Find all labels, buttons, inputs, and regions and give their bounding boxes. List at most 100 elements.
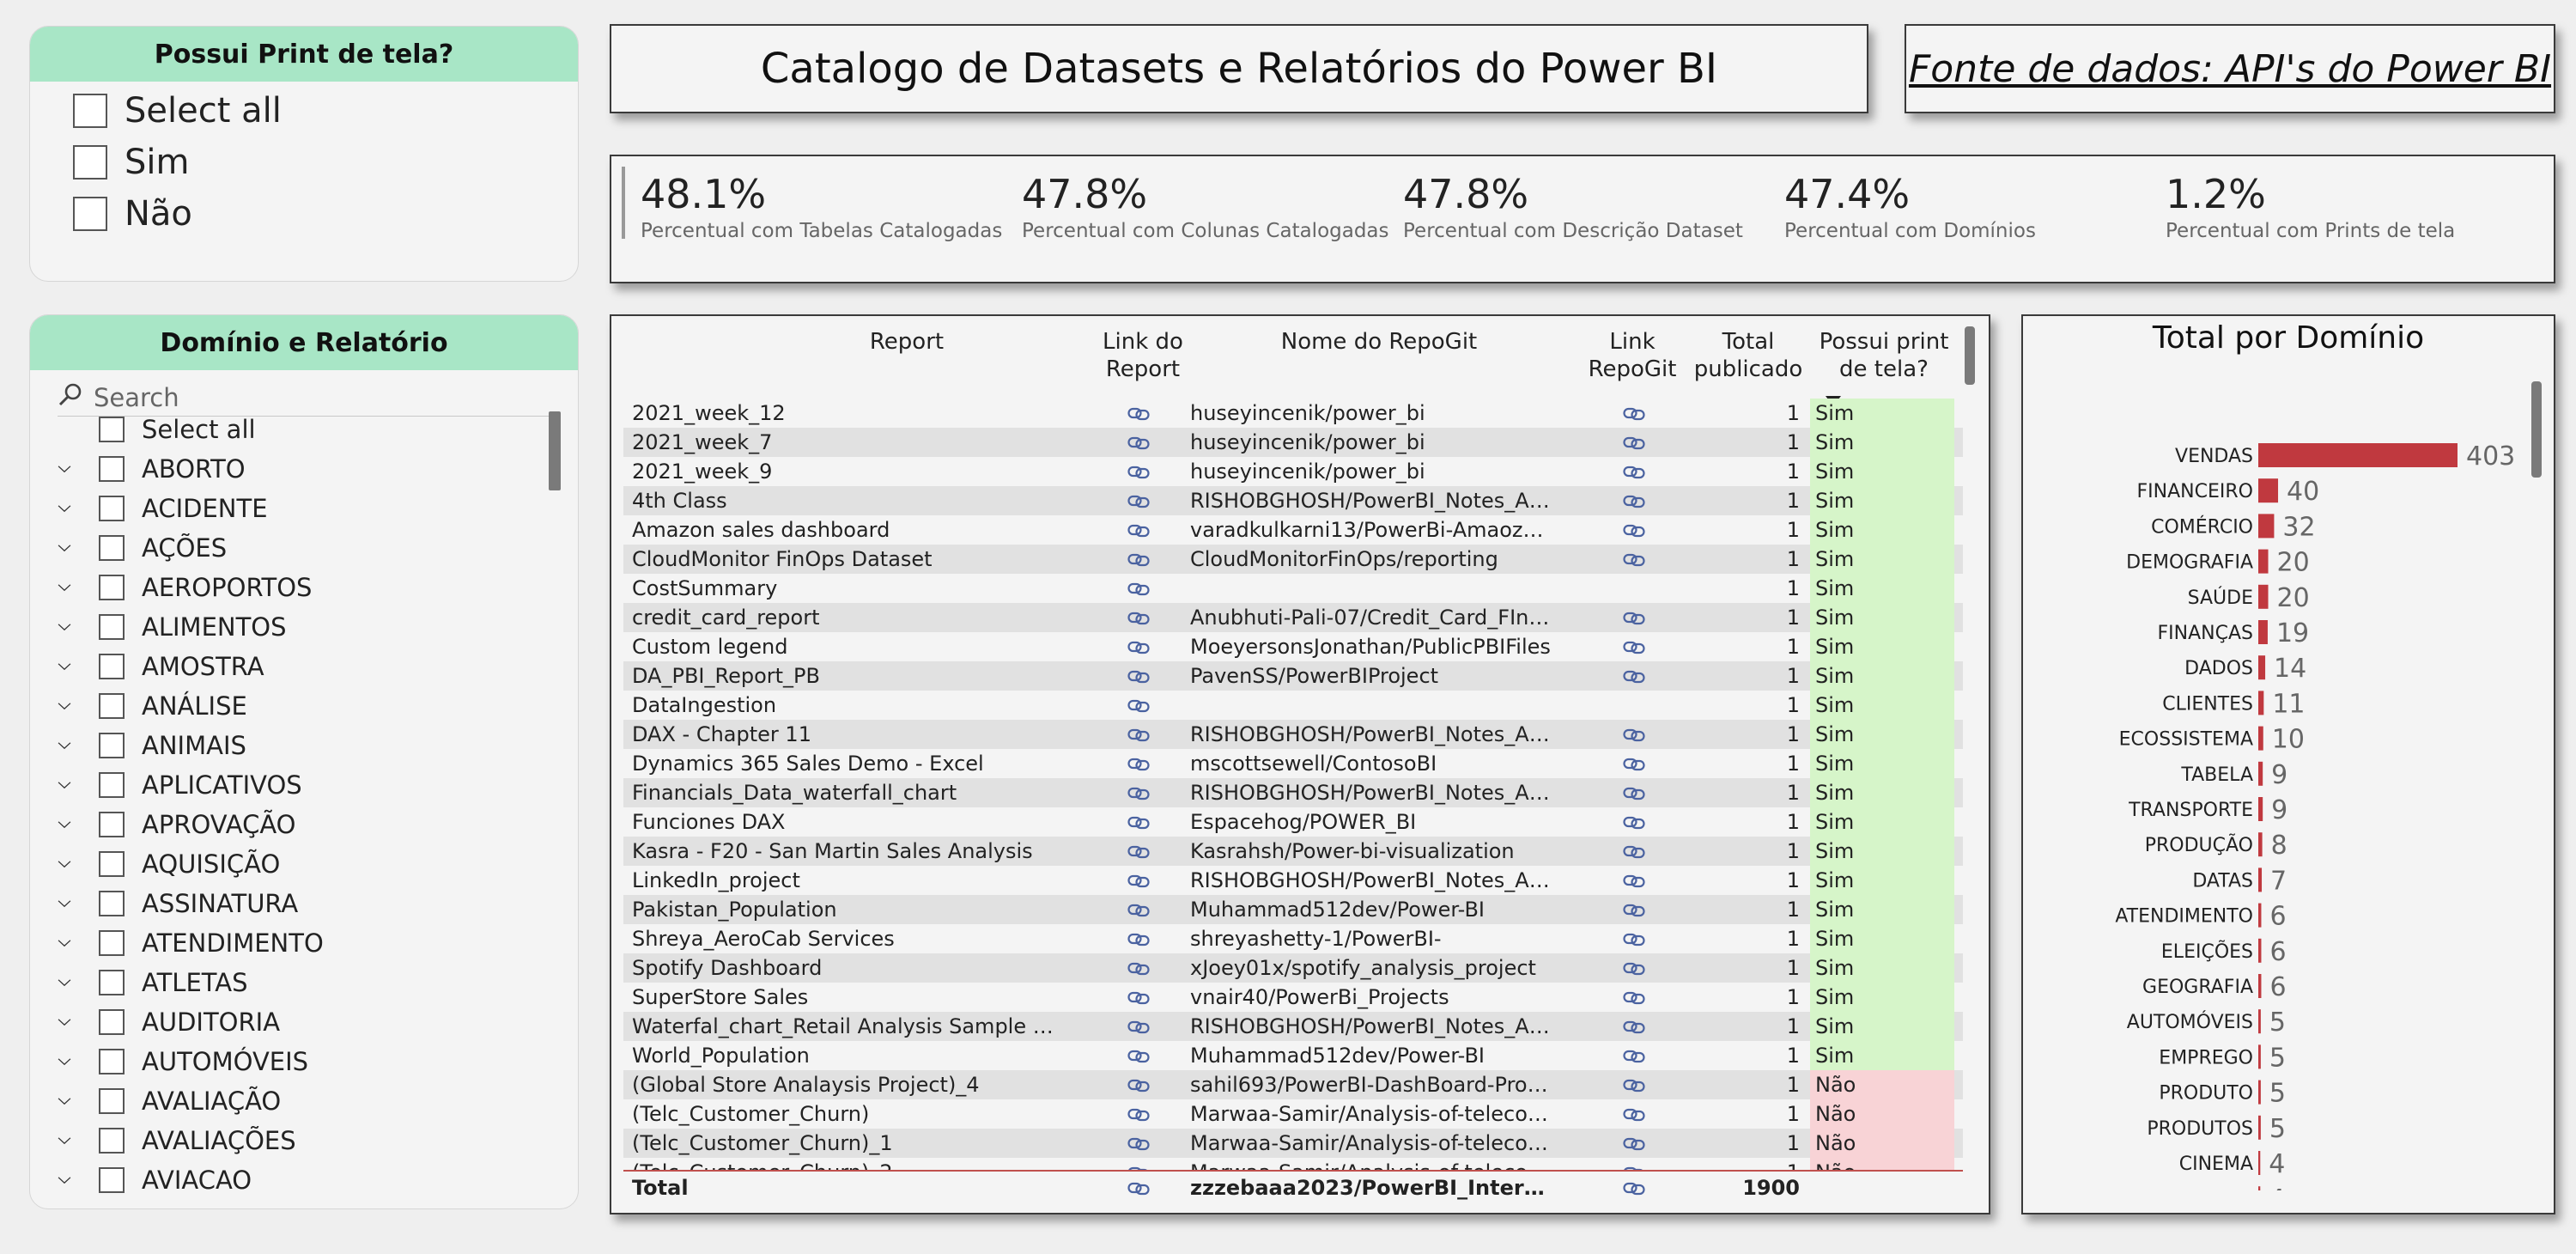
dominio-select-all[interactable]: Select all xyxy=(30,410,578,449)
chart-bar[interactable] xyxy=(2258,1186,2261,1190)
link-repo-icon[interactable] xyxy=(1617,457,1651,486)
link-repo-icon[interactable] xyxy=(1617,1041,1651,1070)
link-repo-icon[interactable] xyxy=(1617,1129,1651,1158)
print-option-checkbox[interactable] xyxy=(73,197,107,231)
link-report-icon[interactable] xyxy=(1121,661,1156,691)
chart-bar[interactable] xyxy=(2258,1044,2261,1069)
chart-bar[interactable] xyxy=(2258,797,2263,821)
dominio-item[interactable]: ALIMENTOS xyxy=(30,607,578,647)
col-print[interactable]: Possui print de tela? xyxy=(1808,328,1959,383)
link-repo-icon[interactable] xyxy=(1617,837,1651,866)
total-link-repo-icon[interactable] xyxy=(1617,1172,1651,1204)
chevron-down-icon[interactable] xyxy=(30,580,71,595)
chevron-down-icon[interactable] xyxy=(30,540,71,556)
link-repo-icon[interactable] xyxy=(1617,1012,1651,1041)
dominio-checkbox[interactable] xyxy=(99,1088,125,1114)
chevron-down-icon[interactable] xyxy=(30,817,71,832)
print-option-1[interactable]: Sim xyxy=(30,137,578,188)
dominio-item[interactable]: ATLETAS xyxy=(30,963,578,1002)
link-repo-icon[interactable] xyxy=(1617,778,1651,807)
chevron-down-icon[interactable] xyxy=(30,619,71,635)
link-report-icon[interactable] xyxy=(1121,632,1156,661)
link-repo-icon[interactable] xyxy=(1617,983,1651,1012)
print-option-2[interactable]: Não xyxy=(30,188,578,240)
link-report-icon[interactable] xyxy=(1121,749,1156,778)
link-repo-icon[interactable] xyxy=(1617,807,1651,837)
chevron-down-icon[interactable] xyxy=(30,896,71,911)
dominio-item[interactable]: AEROPORTOS xyxy=(30,568,578,607)
dominio-checkbox[interactable] xyxy=(99,575,125,600)
chevron-down-icon[interactable] xyxy=(30,1054,71,1069)
chevron-down-icon[interactable] xyxy=(30,975,71,990)
dominio-checkbox[interactable] xyxy=(99,851,125,877)
chart-bar[interactable] xyxy=(2258,903,2262,928)
chart-bar[interactable] xyxy=(2258,832,2263,857)
link-report-icon[interactable] xyxy=(1121,1012,1156,1041)
dominio-checkbox[interactable] xyxy=(99,772,125,798)
data-source-link[interactable]: Fonte de dados: API's do Power BI xyxy=(1909,47,2551,91)
chevron-down-icon[interactable] xyxy=(30,461,71,477)
dominio-checkbox[interactable] xyxy=(99,1167,125,1193)
dominio-item[interactable]: APLICATIVOS xyxy=(30,765,578,805)
dominio-item[interactable]: AVALIAÇÕES xyxy=(30,1121,578,1160)
dominio-item[interactable]: ATENDIMENTO xyxy=(30,923,578,963)
dominio-checkbox[interactable] xyxy=(99,1128,125,1154)
link-report-icon[interactable] xyxy=(1121,837,1156,866)
col-total[interactable]: Total publicado xyxy=(1688,328,1808,383)
dominio-checkbox[interactable] xyxy=(99,812,125,837)
link-repo-icon[interactable] xyxy=(1617,486,1651,515)
chart-bar[interactable] xyxy=(2258,1115,2261,1140)
col-link-report[interactable]: Link do Report xyxy=(1087,328,1199,383)
chart-bar[interactable] xyxy=(2258,1080,2261,1105)
link-report-icon[interactable] xyxy=(1121,486,1156,515)
chevron-down-icon[interactable] xyxy=(30,856,71,872)
link-repo-icon[interactable] xyxy=(1617,545,1651,574)
link-report-icon[interactable] xyxy=(1121,924,1156,953)
chart-bar[interactable] xyxy=(2258,1151,2261,1175)
chevron-down-icon[interactable] xyxy=(30,501,71,516)
dominio-item[interactable]: ABORTO xyxy=(30,449,578,489)
dominio-checkbox[interactable] xyxy=(99,654,125,679)
chevron-down-icon[interactable] xyxy=(30,659,71,674)
col-report[interactable]: Report xyxy=(778,328,1036,356)
chart-bar[interactable] xyxy=(2258,584,2269,609)
chevron-down-icon[interactable] xyxy=(30,1014,71,1030)
dominio-item[interactable]: AQUISIÇÃO xyxy=(30,844,578,884)
chart-bar[interactable] xyxy=(2258,938,2262,963)
link-report-icon[interactable] xyxy=(1121,515,1156,545)
chart-bar[interactable] xyxy=(2258,691,2264,715)
link-report-icon[interactable] xyxy=(1121,807,1156,837)
chevron-down-icon[interactable] xyxy=(30,1093,71,1109)
dominio-item[interactable]: ANIMAIS xyxy=(30,726,578,765)
link-report-icon[interactable] xyxy=(1121,603,1156,632)
dominio-item[interactable]: AUTOMÓVEIS xyxy=(30,1042,578,1081)
chart-bar[interactable] xyxy=(2258,726,2263,751)
print-option-checkbox[interactable] xyxy=(73,145,107,180)
chevron-down-icon[interactable] xyxy=(30,1172,71,1188)
link-report-icon[interactable] xyxy=(1121,1099,1156,1129)
dominio-item[interactable]: ANÁLISE xyxy=(30,686,578,726)
dominio-item[interactable]: AÇÕES xyxy=(30,528,578,568)
chart-bar[interactable] xyxy=(2258,974,2262,998)
col-link-repo[interactable]: Link RepoGit xyxy=(1577,328,1688,383)
link-repo-icon[interactable] xyxy=(1617,1070,1651,1099)
link-report-icon[interactable] xyxy=(1121,574,1156,603)
dominio-checkbox[interactable] xyxy=(99,970,125,995)
link-report-icon[interactable] xyxy=(1121,1041,1156,1070)
chart-bar[interactable] xyxy=(2258,443,2458,467)
print-option-0[interactable]: Select all xyxy=(30,85,578,137)
link-repo-icon[interactable] xyxy=(1617,632,1651,661)
dominio-checkbox[interactable] xyxy=(99,614,125,640)
link-repo-icon[interactable] xyxy=(1617,866,1651,895)
chart-bar[interactable] xyxy=(2258,761,2263,786)
chart-bar[interactable] xyxy=(2258,478,2279,503)
print-option-checkbox[interactable] xyxy=(73,94,107,128)
table-scrollbar[interactable] xyxy=(1965,326,1975,385)
dominio-item[interactable]: ACIDENTE xyxy=(30,489,578,528)
link-report-icon[interactable] xyxy=(1121,545,1156,574)
link-report-icon[interactable] xyxy=(1121,866,1156,895)
link-repo-icon[interactable] xyxy=(1617,399,1651,428)
link-report-icon[interactable] xyxy=(1121,895,1156,924)
dominio-checkbox[interactable] xyxy=(99,1049,125,1074)
link-repo-icon[interactable] xyxy=(1617,1099,1651,1129)
